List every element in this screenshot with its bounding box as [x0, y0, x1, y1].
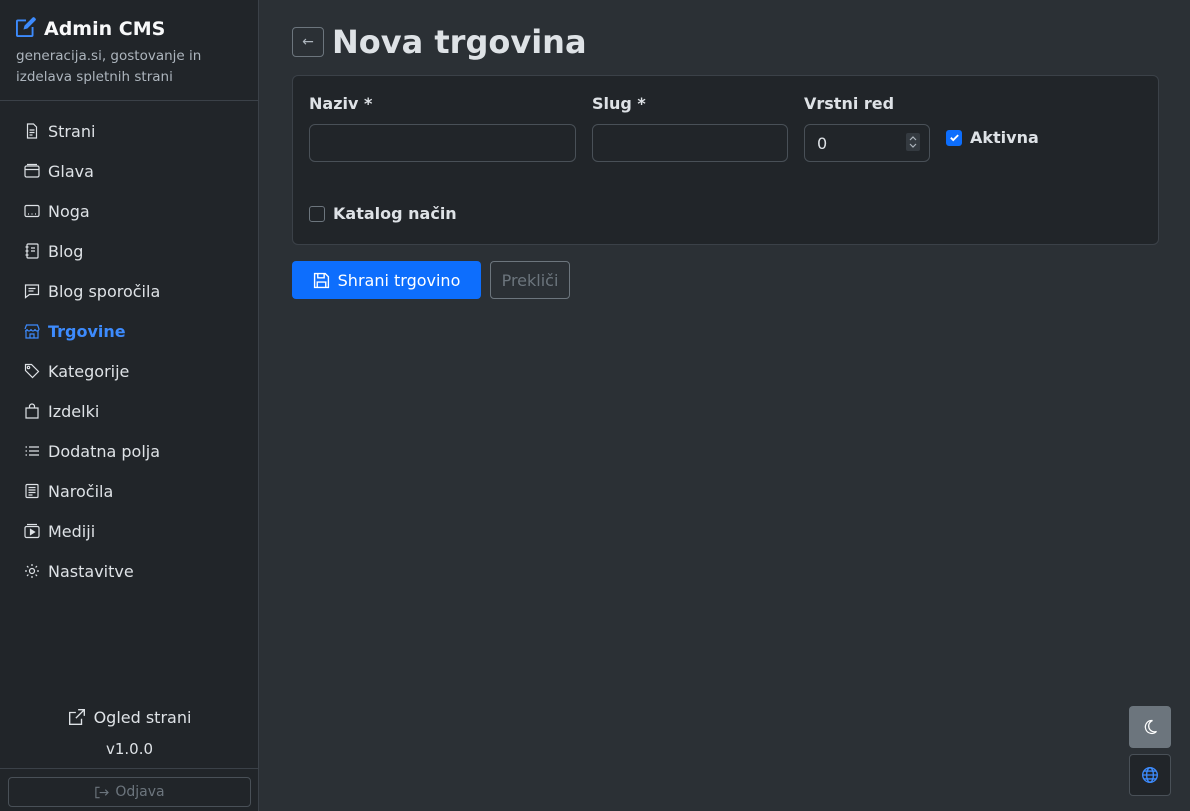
list-icon	[25, 446, 39, 456]
page-header: ← Nova trgovina	[292, 22, 1159, 62]
active-checkbox-row[interactable]: Aktivna	[946, 128, 1039, 147]
chat-icon	[24, 284, 40, 299]
logout-icon	[95, 786, 110, 798]
active-label: Aktivna	[970, 128, 1039, 147]
sidebar-item-blog-sporocila[interactable]: Blog sporočila	[0, 271, 258, 311]
name-label: Naziv *	[309, 94, 373, 113]
sidebar-item-label: Dodatna polja	[48, 441, 161, 461]
view-site-label: Ogled strani	[93, 707, 192, 727]
order-label: Vrstni red	[804, 94, 895, 113]
view-site-link[interactable]: Ogled strani	[0, 702, 259, 732]
sidebar-item-dodatna-polja[interactable]: Dodatna polja	[0, 431, 258, 471]
sidebar-item-mediji[interactable]: Mediji	[0, 511, 258, 551]
slug-input[interactable]	[592, 124, 788, 162]
save-floppy-icon	[313, 272, 329, 288]
cancel-button[interactable]: Prekliči	[490, 261, 570, 299]
form-actions: Shrani trgovino Prekliči	[292, 261, 1159, 299]
external-link-icon	[68, 709, 85, 725]
app-title: Admin CMS	[44, 18, 166, 40]
sidebar-item-label: Glava	[48, 161, 94, 181]
app-subtitle: generacija.si, gostovanje in izdelava sp…	[16, 48, 202, 85]
logout-button[interactable]: Odjava	[8, 777, 251, 807]
receipt-icon	[25, 483, 39, 499]
page-title: Nova trgovina	[332, 23, 587, 61]
bag-icon	[25, 403, 39, 419]
sidebar-item-trgovine[interactable]: Trgovine	[0, 311, 258, 351]
sidebar-item-strani[interactable]: Strani	[0, 111, 258, 151]
sidebar-item-label: Trgovine	[48, 321, 126, 341]
brand-title-row: Admin CMS	[16, 16, 242, 42]
sidebar-footer-divider	[0, 768, 259, 769]
version-label: v1.0.0	[105, 740, 154, 758]
main-content: ← Nova trgovina Naziv * Slug * Vrstni re…	[292, 22, 1159, 299]
sidebar-item-label: Izdelki	[48, 401, 100, 421]
sidebar-item-label: Naročila	[48, 481, 114, 501]
window-icon	[24, 163, 40, 178]
sidebar: Admin CMS generacija.si, gostovanje in i…	[0, 0, 259, 811]
store-form-card: Naziv * Slug * Vrstni red Aktivna Katalo…	[292, 75, 1159, 245]
gear-icon	[25, 564, 39, 578]
footer-icon	[24, 204, 40, 218]
language-button[interactable]	[1129, 754, 1171, 796]
save-store-label: Shrani trgovino	[337, 270, 461, 290]
order-field	[804, 124, 930, 162]
file-text-icon	[26, 123, 38, 139]
sidebar-item-label: Strani	[48, 121, 96, 141]
pencil-square-icon	[16, 16, 36, 42]
sidebar-item-label: Blog sporočila	[48, 281, 161, 301]
active-checkbox[interactable]	[946, 129, 962, 146]
sidebar-item-label: Noga	[48, 201, 90, 221]
sidebar-item-label: Blog	[48, 241, 84, 261]
catalog-checkbox[interactable]	[309, 205, 325, 222]
slug-label: Slug *	[592, 94, 646, 113]
check-icon	[949, 134, 959, 142]
sidebar-nav: Strani Glava Noga Blog Blog sporočila Tr…	[0, 101, 258, 591]
sidebar-item-label: Mediji	[48, 521, 96, 541]
globe-icon	[1142, 767, 1158, 783]
sidebar-item-kategorije[interactable]: Kategorije	[0, 351, 258, 391]
catalog-checkbox-row[interactable]: Katalog način	[309, 204, 457, 223]
name-input[interactable]	[309, 124, 576, 162]
save-store-button[interactable]: Shrani trgovino	[292, 261, 481, 299]
sidebar-item-noga[interactable]: Noga	[0, 191, 258, 231]
sidebar-footer: Ogled strani v1.0.0 Odjava	[0, 702, 259, 811]
sidebar-item-nastavitve[interactable]: Nastavitve	[0, 551, 258, 591]
sidebar-item-glava[interactable]: Glava	[0, 151, 258, 191]
sidebar-item-izdelki[interactable]: Izdelki	[0, 391, 258, 431]
media-icon	[24, 523, 40, 539]
spinner-arrows-icon[interactable]	[906, 133, 920, 151]
sidebar-item-label: Nastavitve	[48, 561, 134, 581]
catalog-label: Katalog način	[333, 204, 457, 223]
shop-icon	[24, 324, 40, 339]
tags-icon	[24, 363, 40, 379]
sidebar-item-narocila[interactable]: Naročila	[0, 471, 258, 511]
logout-label: Odjava	[115, 784, 165, 800]
journal-icon	[25, 243, 39, 259]
sidebar-item-blog[interactable]: Blog	[0, 231, 258, 271]
brand: Admin CMS generacija.si, gostovanje in i…	[0, 0, 258, 101]
theme-toggle-button[interactable]	[1129, 706, 1171, 748]
back-button[interactable]: ←	[292, 27, 324, 57]
sidebar-item-label: Kategorije	[48, 361, 130, 381]
moon-icon	[1144, 719, 1157, 735]
